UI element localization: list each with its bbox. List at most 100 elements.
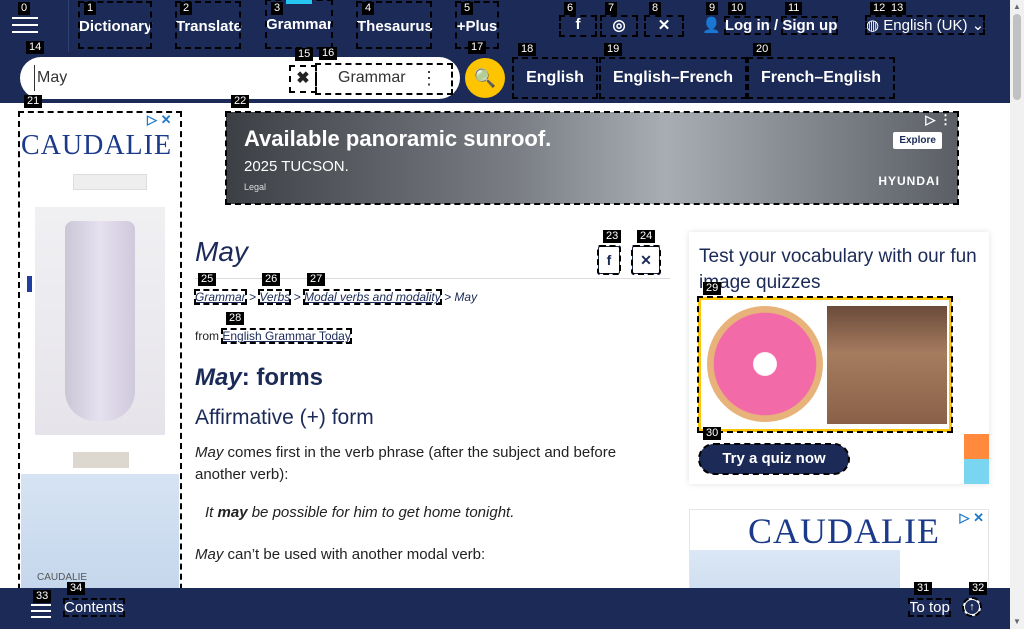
dict-french-english[interactable]: French–English: [747, 57, 895, 99]
tag-label: 25: [198, 273, 217, 286]
dictionary-select[interactable]: Grammar ⋮: [315, 63, 453, 95]
tag-label: 31: [914, 582, 933, 595]
auth-separator: /: [774, 17, 779, 34]
tag-label: 11: [785, 2, 803, 15]
bottom-bar: Contents To top ↑: [0, 588, 1010, 629]
menu-icon[interactable]: [12, 12, 38, 38]
scrollbar[interactable]: ▲ ▼: [1010, 0, 1024, 629]
ad-brand-logo: CAUDALIE: [748, 511, 940, 551]
tag-label: 14: [26, 41, 45, 54]
tag-label: 9: [706, 2, 719, 15]
clear-search-icon[interactable]: ✖: [289, 65, 317, 93]
breadcrumb: Grammar > Verbs > Modal verbs and modali…: [194, 289, 477, 305]
example-text: be possible for him to get home tonight.: [247, 504, 515, 521]
tag-label: 0: [18, 2, 31, 15]
scrollbar-thumb[interactable]: [1013, 14, 1021, 100]
tag-label: 21: [24, 95, 43, 108]
heading-keyword: May: [195, 364, 242, 391]
tag-label: 22: [231, 95, 250, 108]
para-keyword: May: [195, 546, 224, 563]
breadcrumb-grammar[interactable]: Grammar: [194, 289, 247, 305]
tag-label: 27: [307, 273, 326, 286]
tag-label: 6: [564, 2, 577, 15]
feedback-tab-orange[interactable]: [964, 434, 989, 459]
share-x-icon[interactable]: ✕: [631, 245, 661, 275]
signup-link[interactable]: Sign up: [781, 16, 839, 35]
instagram-icon[interactable]: ◎: [600, 15, 638, 37]
subheading-affirmative: Affirmative (+) form: [195, 406, 374, 429]
tag-label: 10: [728, 2, 747, 15]
tag-label: 18: [518, 43, 537, 56]
para-text: comes first in the verb phrase (after th…: [195, 444, 617, 483]
quiz-title: Test your vocabulary with our fun image …: [699, 246, 977, 293]
breadcrumb-separator: >: [249, 290, 257, 304]
breadcrumb-verbs[interactable]: Verbs: [258, 289, 292, 305]
scroll-up-icon[interactable]: ▲: [1013, 2, 1021, 11]
breadcrumb-modal-verbs[interactable]: Modal verbs and modality: [302, 289, 442, 305]
nav-divider: [68, 0, 69, 52]
ad-product-box: [73, 174, 147, 190]
adchoices-icon[interactable]: ▷ ✕: [147, 112, 172, 128]
contents-button[interactable]: Contents: [62, 598, 126, 617]
dict-english-french[interactable]: English–French: [599, 57, 747, 99]
donut-image: [707, 306, 823, 422]
tag-label: 1: [84, 2, 97, 15]
milkshake-image: [827, 306, 947, 424]
ad-product-cap: [73, 452, 129, 468]
banner-headline: Available panoramic sunroof.: [244, 126, 552, 151]
tag-label: 13: [888, 2, 907, 15]
source-line: from English Grammar Today: [195, 328, 352, 344]
facebook-icon[interactable]: f: [559, 15, 597, 37]
paragraph: May can’t be used with another modal ver…: [195, 544, 665, 566]
tag-label: 19: [604, 43, 623, 56]
scroll-down-icon[interactable]: ▼: [1013, 617, 1021, 626]
tag-label: 28: [226, 312, 245, 325]
adchoices-icon[interactable]: ▷ ✕: [959, 510, 984, 526]
x-twitter-icon[interactable]: ✕: [644, 15, 684, 37]
auth-links: 👤 Log in / Sign up: [702, 16, 839, 35]
dict-english[interactable]: English: [512, 57, 598, 99]
example-sentence: It may be possible for him to get home t…: [205, 504, 514, 521]
globe-icon: ◍: [866, 17, 880, 34]
banner-subhead: 2025 TUCSON.: [244, 158, 349, 175]
tag-label: 17: [468, 41, 487, 54]
left-ad[interactable]: ▷ ✕ CAUDALIE CAUDALIE: [18, 111, 182, 629]
tag-label: 23: [603, 230, 622, 243]
tag-label: 26: [262, 273, 281, 286]
section-heading-forms: May: forms: [195, 364, 323, 392]
language-label: English (UK): [883, 17, 968, 34]
to-top-link[interactable]: To top: [908, 598, 951, 617]
search-icon: 🔍: [473, 68, 497, 88]
quiz-image[interactable]: [697, 296, 953, 433]
banner-ad[interactable]: Available panoramic sunroof. 2025 TUCSON…: [225, 111, 959, 205]
tag-label: 4: [362, 2, 375, 15]
chevron-down-icon: ⌄: [971, 17, 985, 34]
tag-label: 24: [637, 230, 656, 243]
tag-label: 2: [180, 2, 193, 15]
try-quiz-button[interactable]: Try a quiz now: [698, 443, 850, 475]
banner-legal[interactable]: Legal: [244, 182, 266, 192]
tag-label: 30: [703, 427, 722, 440]
source-label: from: [195, 329, 219, 343]
banner-cta-button[interactable]: Explore: [893, 132, 942, 149]
share-facebook-icon[interactable]: f: [597, 245, 621, 275]
accent-mark: [27, 276, 32, 292]
feedback-tab-blue[interactable]: [964, 459, 989, 484]
user-icon: 👤: [702, 17, 721, 34]
tag-label: 7: [605, 2, 618, 15]
more-options-icon: ⋮: [420, 68, 438, 88]
ad-brand-logo: CAUDALIE: [21, 130, 173, 161]
heading-rest: : forms: [241, 364, 324, 391]
login-link[interactable]: Log in: [723, 16, 771, 35]
paragraph: May comes first in the verb phrase (afte…: [195, 442, 665, 486]
tag-label: 29: [703, 282, 722, 295]
adchoices-icon[interactable]: ▷ ⋮: [925, 112, 952, 128]
search-button[interactable]: 🔍: [465, 58, 505, 98]
source-link[interactable]: English Grammar Today: [221, 328, 352, 344]
arrow-up-circle-icon[interactable]: ↑: [962, 597, 982, 617]
page-title: May: [195, 236, 248, 267]
para-text: can’t be used with another modal verb:: [223, 546, 486, 563]
language-selector[interactable]: ◍ English (UK) ⌄: [864, 15, 986, 35]
example-keyword: may: [217, 504, 248, 521]
search-input[interactable]: [34, 65, 274, 91]
